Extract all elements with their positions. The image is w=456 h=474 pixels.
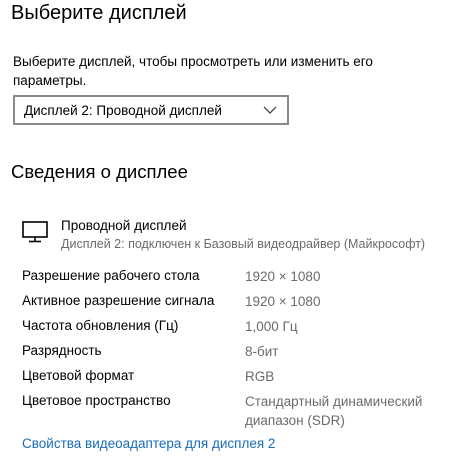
chevron-down-icon (263, 106, 277, 114)
section-title-display-info: Сведения о дисплее (11, 161, 188, 182)
display-adapter-properties-link[interactable]: Свойства видеоадаптера для дисплея 2 (22, 436, 275, 451)
prop-value-color-format: RGB (245, 369, 275, 384)
prop-value-color-space: Стандартный динамический диапазон (SDR) (245, 394, 423, 428)
page-description: Выберите дисплей, чтобы просмотреть или … (13, 54, 373, 88)
monitor-subtitle: Дисплей 2: подключен к Базовый видеодрай… (61, 237, 426, 251)
page-title: Выберите дисплей (11, 2, 187, 24)
prop-value-bit-depth: 8-бит (245, 344, 279, 359)
display-select-value: Дисплей 2: Проводной дисплей (24, 102, 222, 118)
prop-value-refresh-rate: 1,000 Гц (245, 319, 298, 334)
prop-value-active-signal-resolution: 1920 × 1080 (245, 294, 321, 309)
monitor-name: Проводной дисплей (61, 218, 187, 233)
monitor-icon (22, 221, 48, 243)
prop-label-color-format: Цветовой формат (22, 368, 135, 383)
prop-label-desktop-resolution: Разрешение рабочего стола (22, 268, 200, 283)
prop-label-refresh-rate: Частота обновления (Гц) (22, 318, 179, 333)
prop-label-bit-depth: Разрядность (22, 343, 102, 358)
prop-value-desktop-resolution: 1920 × 1080 (245, 269, 321, 284)
prop-label-color-space: Цветовое пространство (22, 393, 171, 408)
prop-label-active-signal-resolution: Активное разрешение сигнала (22, 293, 215, 308)
display-select-dropdown[interactable]: Дисплей 2: Проводной дисплей (13, 95, 289, 125)
